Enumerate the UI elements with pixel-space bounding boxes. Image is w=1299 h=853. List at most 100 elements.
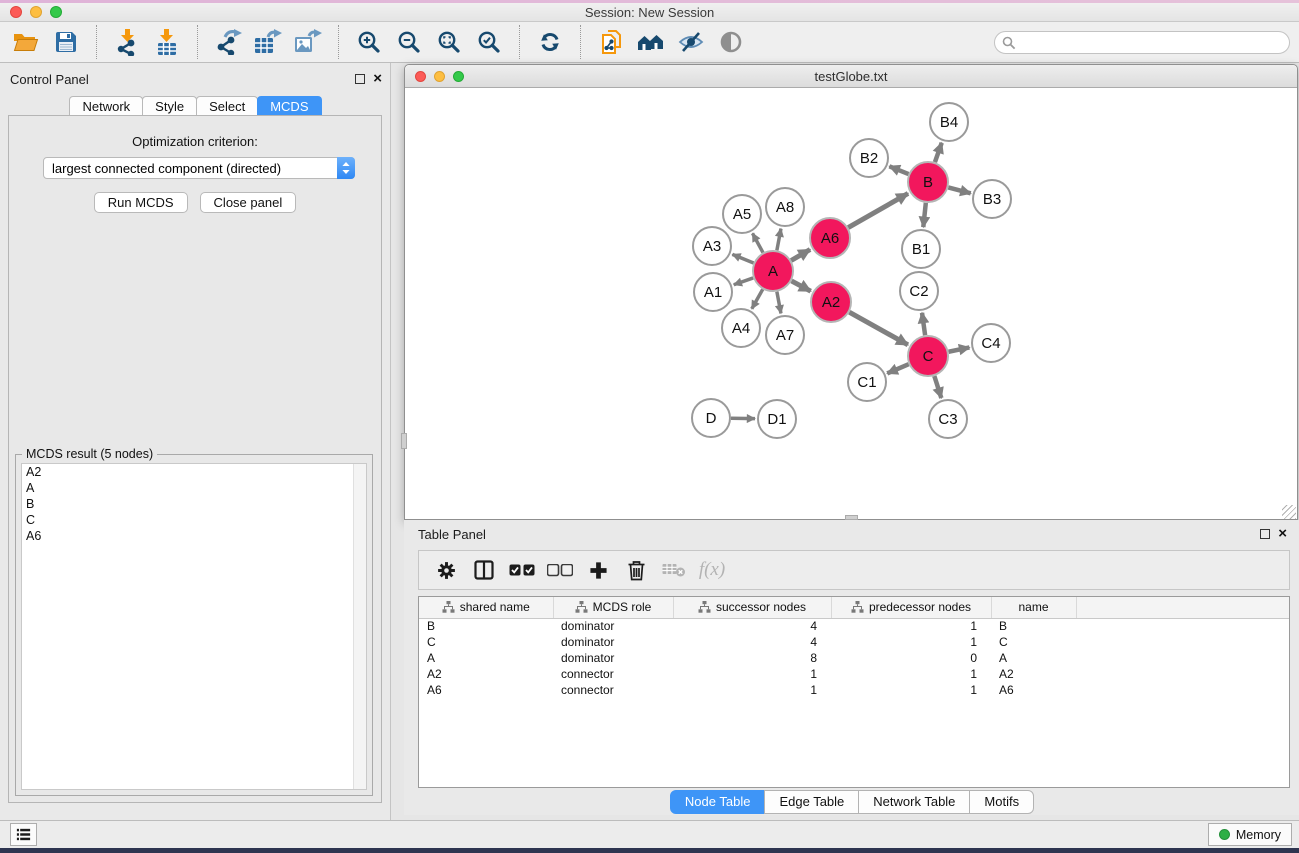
node-B2[interactable]: B2 [850,139,888,177]
tab-node-table[interactable]: Node Table [670,790,766,814]
network-window-titlebar[interactable]: testGlobe.txt [405,65,1297,88]
optimization-criterion-select[interactable]: largest connected component (directed) [43,157,355,179]
node-C1[interactable]: C1 [848,363,886,401]
close-panel-button[interactable]: Close panel [200,192,297,213]
edge-C-C1[interactable] [887,364,908,373]
table-cell[interactable]: 1 [831,682,991,698]
run-mcds-button[interactable]: Run MCDS [94,192,188,213]
apply-layout-button[interactable] [530,25,570,59]
export-image-button[interactable] [288,25,328,59]
column-header-successor-nodes[interactable]: successor nodes [673,597,831,618]
table-row[interactable]: A2connector11A2 [419,666,1290,682]
table-cell[interactable]: dominator [553,634,673,650]
column-header-shared-name[interactable]: shared name [419,597,553,618]
table-cell[interactable]: 1 [831,634,991,650]
deselect-all-rows-button[interactable] [541,553,579,587]
tab-edge-table[interactable]: Edge Table [764,790,859,814]
table-cell[interactable]: 1 [673,666,831,682]
node-A3[interactable]: A3 [693,227,731,265]
edge-A-A5[interactable] [753,233,763,252]
window-resize-grip[interactable] [1282,505,1296,519]
delete-column-button[interactable] [617,553,655,587]
table-cell[interactable]: 8 [673,650,831,666]
node-D[interactable]: D [692,399,730,437]
task-history-button[interactable] [10,823,37,846]
import-network-button[interactable] [107,25,147,59]
table-cell[interactable]: C [419,634,553,650]
search-input[interactable] [1020,36,1270,50]
mcds-result-item[interactable]: A2 [22,464,366,480]
export-table-button[interactable] [248,25,288,59]
table-cell[interactable]: B [991,618,1076,634]
hide-panels-button[interactable] [671,25,711,59]
show-graphics-details-button[interactable] [711,25,751,59]
node-C2[interactable]: C2 [900,272,938,310]
close-table-panel-icon[interactable]: × [1278,529,1287,539]
mcds-result-list[interactable]: A2ABCA6 [21,463,367,790]
table-cell[interactable]: A6 [991,682,1076,698]
close-panel-icon[interactable]: × [373,74,382,84]
table-cell[interactable]: A6 [419,682,553,698]
show-columns-button[interactable] [465,553,503,587]
edge-B-B4[interactable] [935,143,942,162]
table-cell[interactable]: B [419,618,553,634]
float-table-panel-icon[interactable] [1260,529,1270,539]
table-cell[interactable]: dominator [553,650,673,666]
tab-mcds[interactable]: MCDS [257,96,321,117]
table-cell[interactable]: A2 [991,666,1076,682]
zoom-selected-button[interactable] [469,25,509,59]
zoom-in-button[interactable] [349,25,389,59]
table-cell[interactable]: 4 [673,634,831,650]
edge-A-A1[interactable] [734,278,753,285]
table-cell[interactable]: 1 [831,618,991,634]
column-header-MCDS-role[interactable]: MCDS role [553,597,673,618]
mcds-result-item[interactable]: B [22,496,366,512]
node-C3[interactable]: C3 [929,400,967,438]
table-cell[interactable]: A [991,650,1076,666]
edge-A-A3[interactable] [732,254,753,263]
zoom-out-button[interactable] [389,25,429,59]
column-header-predecessor-nodes[interactable]: predecessor nodes [831,597,991,618]
node-B3[interactable]: B3 [973,180,1011,218]
edge-A-A6[interactable] [791,250,810,261]
zoom-fit-button[interactable] [429,25,469,59]
node-D1[interactable]: D1 [758,400,796,438]
table-row[interactable]: A6connector11A6 [419,682,1290,698]
mcds-result-item[interactable]: A6 [22,528,366,544]
tab-network-table[interactable]: Network Table [858,790,970,814]
table-row[interactable]: Bdominator41B [419,618,1290,634]
edge-A-A2[interactable] [792,281,811,291]
edge-C-C3[interactable] [934,376,941,398]
select-all-rows-button[interactable] [503,553,541,587]
table-cell[interactable]: 1 [831,666,991,682]
table-cell[interactable]: A [419,650,553,666]
save-session-button[interactable] [46,25,86,59]
tab-style[interactable]: Style [142,96,197,117]
import-table-button[interactable] [147,25,187,59]
table-row[interactable]: Cdominator41C [419,634,1290,650]
node-A6[interactable]: A6 [810,218,850,258]
table-cell[interactable]: C [991,634,1076,650]
edge-A-A7[interactable] [777,292,781,314]
node-B1[interactable]: B1 [902,230,940,268]
edge-A-A8[interactable] [777,229,781,251]
tab-select[interactable]: Select [196,96,258,117]
node-A4[interactable]: A4 [722,309,760,347]
node-B[interactable]: B [908,162,948,202]
edge-C-C2[interactable] [922,313,925,335]
node-A1[interactable]: A1 [694,273,732,311]
edge-C-C4[interactable] [949,347,970,351]
open-file-button[interactable] [6,25,46,59]
node-A2[interactable]: A2 [811,282,851,322]
result-scrollbar[interactable] [353,464,366,789]
network-graph-canvas[interactable]: AA1A2A3A4A5A6A7A8BB1B2B3B4CC1C2C3C4DD1 [406,88,1296,518]
node-A7[interactable]: A7 [766,316,804,354]
float-panel-icon[interactable] [355,74,365,84]
table-cell[interactable]: dominator [553,618,673,634]
node-B4[interactable]: B4 [930,103,968,141]
table-cell[interactable]: connector [553,682,673,698]
table-cell[interactable]: connector [553,666,673,682]
edge-B-B2[interactable] [889,166,908,174]
edge-B-B3[interactable] [948,187,970,193]
edge-B-B1[interactable] [923,203,926,227]
